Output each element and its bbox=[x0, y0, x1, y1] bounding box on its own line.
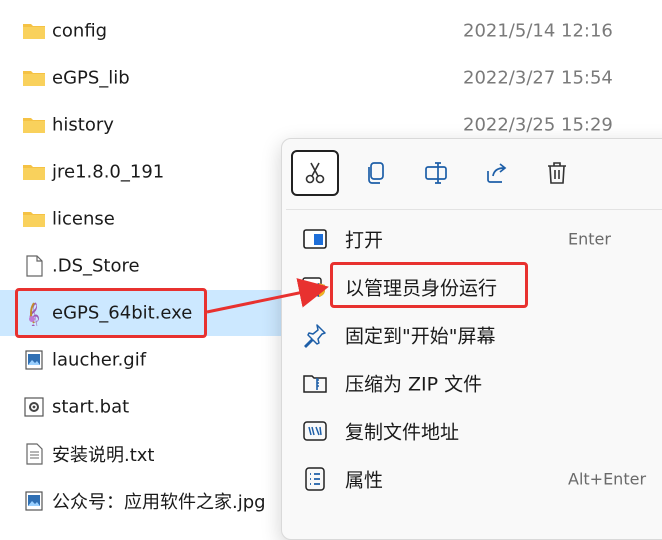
annotation-arrow bbox=[206, 278, 329, 314]
